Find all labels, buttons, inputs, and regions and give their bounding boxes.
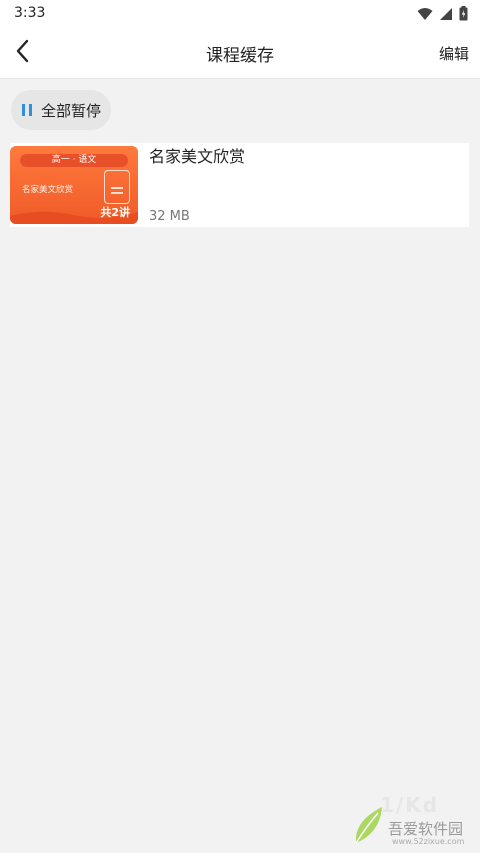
- pause-icon: [22, 104, 32, 116]
- watermark-url: www.52zixue.com: [392, 837, 465, 846]
- edit-button[interactable]: 编辑: [439, 43, 469, 64]
- list-item[interactable]: 高一 · 语文 名家美文欣赏 共2讲 名家美文欣赏 32 MB: [10, 143, 469, 227]
- thumbnail-subtitle: 名家美文欣赏: [22, 185, 74, 195]
- pause-all-button[interactable]: 全部暂停: [11, 90, 111, 130]
- status-time: 3:33: [14, 5, 46, 21]
- status-bar: 3:33: [0, 0, 480, 26]
- course-size: 32 MB: [149, 209, 190, 224]
- page-title: 课程缓存: [206, 46, 274, 66]
- course-thumbnail: 高一 · 语文 名家美文欣赏 共2讲: [10, 146, 138, 224]
- pause-all-label: 全部暂停: [41, 101, 102, 120]
- course-title: 名家美文欣赏: [149, 147, 246, 166]
- watermark-brand: 1/Kd: [380, 793, 440, 817]
- watermark-name: 吾爱软件园: [388, 820, 464, 838]
- thumbnail-banner: 高一 · 语文: [20, 154, 128, 167]
- signal-icon: [440, 7, 452, 20]
- document-icon: [104, 170, 130, 204]
- watermark: 1/Kd 吾爱软件园 www.52zixue.com: [352, 793, 476, 851]
- thumbnail-count: 共2讲: [100, 206, 130, 219]
- app-header: 课程缓存 编辑: [0, 26, 480, 79]
- wifi-icon: [417, 7, 433, 20]
- battery-icon: [459, 6, 468, 21]
- status-icons: [417, 6, 468, 21]
